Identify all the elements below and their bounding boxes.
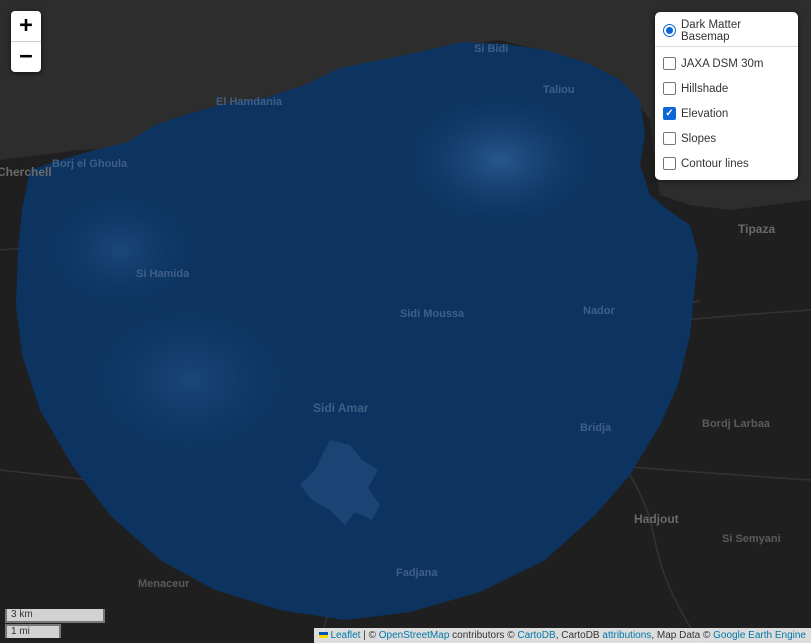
place-label: Menaceur bbox=[138, 578, 190, 590]
scale-imperial: 1 mi bbox=[5, 624, 61, 638]
openstreetmap-link[interactable]: OpenStreetMap bbox=[379, 630, 450, 641]
basemap-option-dark-matter[interactable]: Dark Matter Basemap bbox=[663, 18, 790, 43]
place-label: Si Hamida bbox=[136, 268, 190, 280]
attribution-text: | © bbox=[360, 630, 379, 641]
basemap-option-label: Dark Matter Basemap bbox=[681, 18, 742, 43]
overlay-option-label: Hillshade bbox=[681, 82, 729, 95]
overlay-option-jaxa-dsm[interactable]: JAXA DSM 30m bbox=[663, 51, 790, 76]
overlay-option-label: JAXA DSM 30m bbox=[681, 57, 764, 70]
cartodb-attributions-link[interactable]: attributions bbox=[602, 630, 651, 641]
elevation-highlight bbox=[390, 85, 610, 235]
overlay-option-label: Contour lines bbox=[681, 157, 749, 170]
zoom-control: + − bbox=[11, 11, 41, 72]
ukraine-flag-icon bbox=[319, 632, 329, 638]
overlay-option-label: Elevation bbox=[681, 107, 729, 120]
overlay-option-label: Slopes bbox=[681, 132, 717, 145]
overlay-option-contour-lines[interactable]: Contour lines bbox=[663, 151, 790, 176]
elevation-highlight bbox=[30, 180, 210, 320]
cartodb-link[interactable]: CartoDB bbox=[517, 630, 555, 641]
place-label: Taliou bbox=[543, 84, 575, 96]
checkbox-unchecked-icon[interactable] bbox=[663, 82, 676, 95]
place-label: Tipaza bbox=[738, 222, 775, 236]
layers-separator bbox=[655, 46, 798, 47]
attribution-text: , Map Data © bbox=[651, 630, 714, 641]
attribution-text: , CartoDB bbox=[555, 630, 603, 641]
place-label: Hadjout bbox=[634, 512, 679, 526]
leaflet-link[interactable]: Leaflet bbox=[330, 630, 360, 641]
place-label: Bordj Larbaa bbox=[702, 418, 771, 430]
place-label: Si Semyani bbox=[722, 533, 781, 545]
place-label: Cherchell bbox=[0, 165, 52, 179]
attribution-text: contributors © bbox=[449, 630, 518, 641]
google-earth-engine-link[interactable]: Google Earth Engine bbox=[713, 630, 806, 641]
layers-control: Dark Matter Basemap JAXA DSM 30m Hillsha… bbox=[655, 12, 798, 180]
attribution: Leaflet | © OpenStreetMap contributors ©… bbox=[314, 628, 811, 643]
overlay-option-hillshade[interactable]: Hillshade bbox=[663, 76, 790, 101]
zoom-out-button[interactable]: − bbox=[11, 41, 41, 72]
place-label: Sidi Amar bbox=[313, 401, 369, 415]
overlay-option-elevation[interactable]: ✓ Elevation bbox=[663, 101, 790, 126]
place-label: Si Bidi bbox=[474, 43, 508, 55]
checkbox-unchecked-icon[interactable] bbox=[663, 157, 676, 170]
checkbox-checked-icon[interactable]: ✓ bbox=[663, 107, 676, 120]
place-label: Nador bbox=[583, 305, 616, 317]
place-label: Borj el Ghoula bbox=[52, 158, 128, 170]
place-label: El Hamdania bbox=[216, 96, 283, 108]
checkbox-unchecked-icon[interactable] bbox=[663, 132, 676, 145]
radio-selected-icon[interactable] bbox=[663, 24, 676, 37]
place-label: Sidi Moussa bbox=[400, 308, 465, 320]
checkbox-unchecked-icon[interactable] bbox=[663, 57, 676, 70]
scale-control: 3 km 1 mi bbox=[5, 609, 105, 638]
overlay-option-slopes[interactable]: Slopes bbox=[663, 126, 790, 151]
scale-metric: 3 km bbox=[5, 609, 105, 623]
place-label: Fadjana bbox=[396, 567, 438, 579]
zoom-in-button[interactable]: + bbox=[11, 11, 41, 41]
place-label: Bridja bbox=[580, 422, 612, 434]
